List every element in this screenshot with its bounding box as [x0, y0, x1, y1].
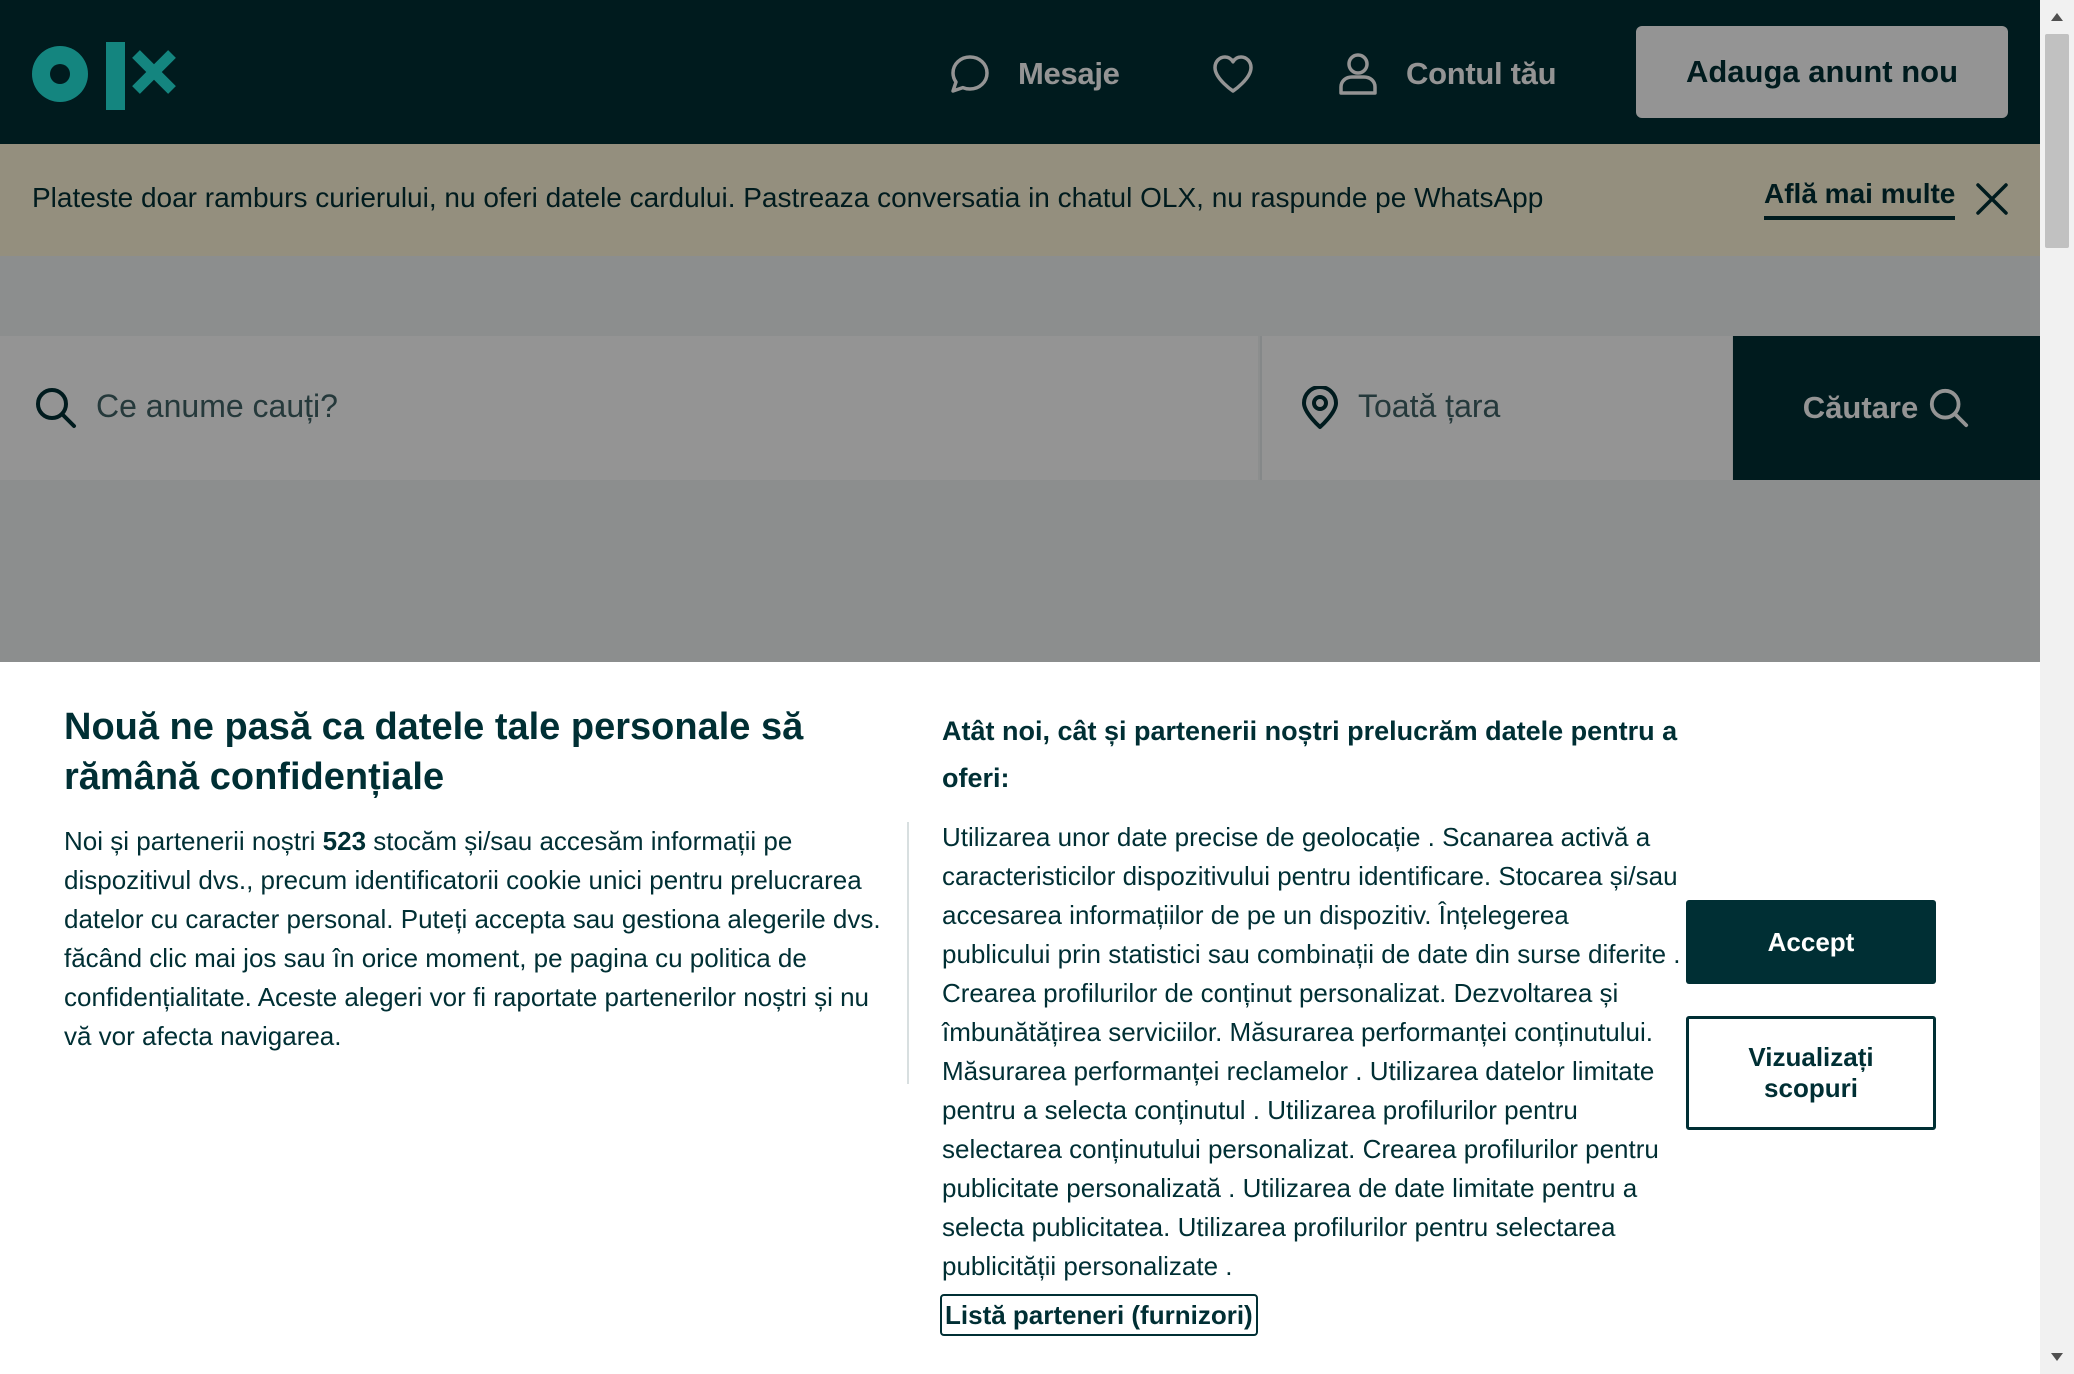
- scroll-down-arrow-icon[interactable]: [2040, 1340, 2074, 1374]
- view-purposes-button[interactable]: Vizualizați scopuri: [1686, 1016, 1936, 1130]
- scroll-up-arrow-icon[interactable]: [2040, 0, 2074, 34]
- consent-body-start: Noi și partenerii noștri: [64, 826, 323, 856]
- scrollbar[interactable]: [2040, 0, 2074, 1374]
- purposes-list: Utilizarea unor date precise de geolocaț…: [942, 822, 1681, 1281]
- consent-divider: [907, 822, 909, 1084]
- modal-backdrop: [0, 0, 2040, 662]
- partner-count: 523: [322, 826, 367, 856]
- consent-description: Noi și partenerii noștri 523 stocăm și/s…: [64, 822, 884, 1056]
- cookie-consent-panel: Nouă ne pasă ca datele tale personale să…: [0, 662, 2040, 1374]
- scrollbar-thumb[interactable]: [2045, 34, 2069, 248]
- purposes-title: Atât noi, cât și partenerii noștri prelu…: [942, 716, 1678, 793]
- accept-button[interactable]: Accept: [1686, 900, 1936, 984]
- consent-title: Nouă ne pasă ca datele tale personale să…: [64, 706, 804, 798]
- partners-list-link[interactable]: Listă parteneri (furnizori): [940, 1294, 1258, 1336]
- consent-body-end: stocăm și/sau accesăm informații pe disp…: [64, 826, 881, 1051]
